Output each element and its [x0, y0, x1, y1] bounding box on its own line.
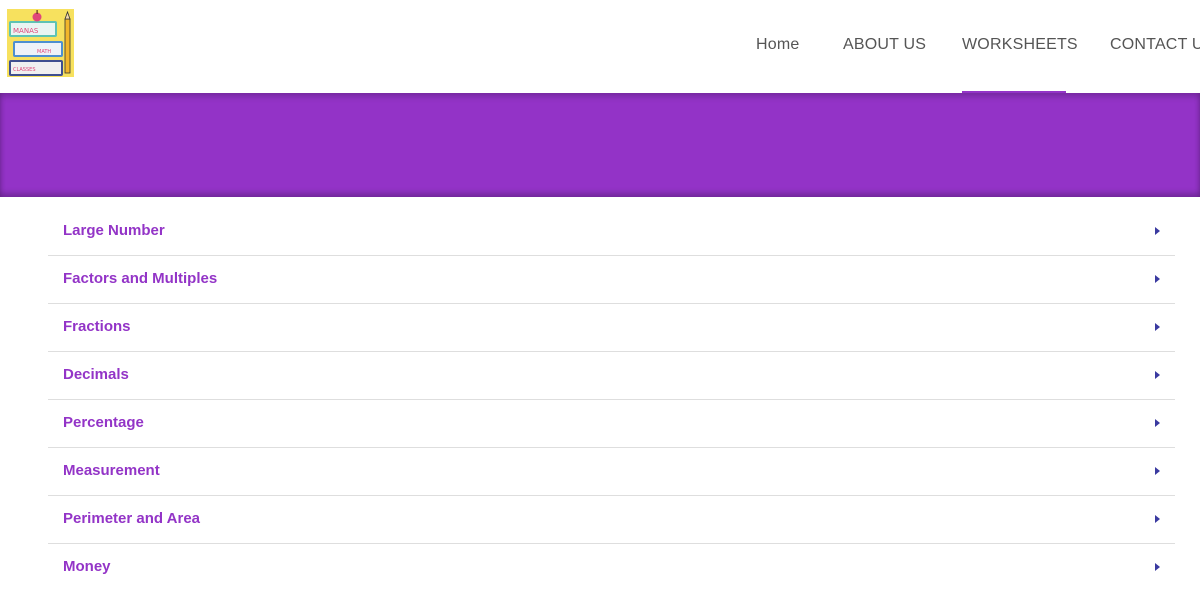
caret-right-icon — [1155, 323, 1160, 331]
topic-label: Decimals — [63, 366, 129, 383]
topic-label: Large Number — [63, 222, 165, 239]
caret-right-icon — [1155, 227, 1160, 235]
topic-label: Measurement — [63, 462, 160, 479]
topic-decimals[interactable]: Decimals — [48, 352, 1175, 400]
topic-large-number[interactable]: Large Number — [48, 208, 1175, 256]
topic-measurement[interactable]: Measurement — [48, 448, 1175, 496]
topic-percentage[interactable]: Percentage — [48, 400, 1175, 448]
caret-right-icon — [1155, 515, 1160, 523]
caret-right-icon — [1155, 467, 1160, 475]
nav-home[interactable]: Home — [756, 36, 799, 54]
topic-perimeter-and-area[interactable]: Perimeter and Area — [48, 496, 1175, 544]
caret-right-icon — [1155, 563, 1160, 571]
topic-fractions[interactable]: Fractions — [48, 304, 1175, 352]
topic-label: Fractions — [63, 318, 131, 335]
topic-money[interactable]: Money — [48, 544, 1175, 591]
nav-worksheets[interactable]: WORKSHEETS — [962, 36, 1078, 54]
site-header: MANAS MATH CLASSES Home ABOUT US WORKSHE… — [0, 0, 1200, 93]
worksheet-topics-accordion: Large Number Factors and Multiples Fract… — [48, 208, 1175, 591]
topic-label: Percentage — [63, 414, 144, 431]
topic-label: Money — [63, 558, 111, 575]
page-banner — [0, 93, 1200, 197]
nav-about-us[interactable]: ABOUT US — [843, 36, 926, 54]
topic-label: Perimeter and Area — [63, 510, 201, 527]
topic-label: Factors and Multiples — [63, 270, 218, 287]
nav-contact-us[interactable]: CONTACT US — [1110, 36, 1200, 54]
caret-right-icon — [1155, 371, 1160, 379]
caret-right-icon — [1155, 275, 1160, 283]
main-nav: Home ABOUT US WORKSHEETS CONTACT US — [0, 0, 1200, 93]
caret-right-icon — [1155, 419, 1160, 427]
topic-factors-and-multiples[interactable]: Factors and Multiples — [48, 256, 1175, 304]
